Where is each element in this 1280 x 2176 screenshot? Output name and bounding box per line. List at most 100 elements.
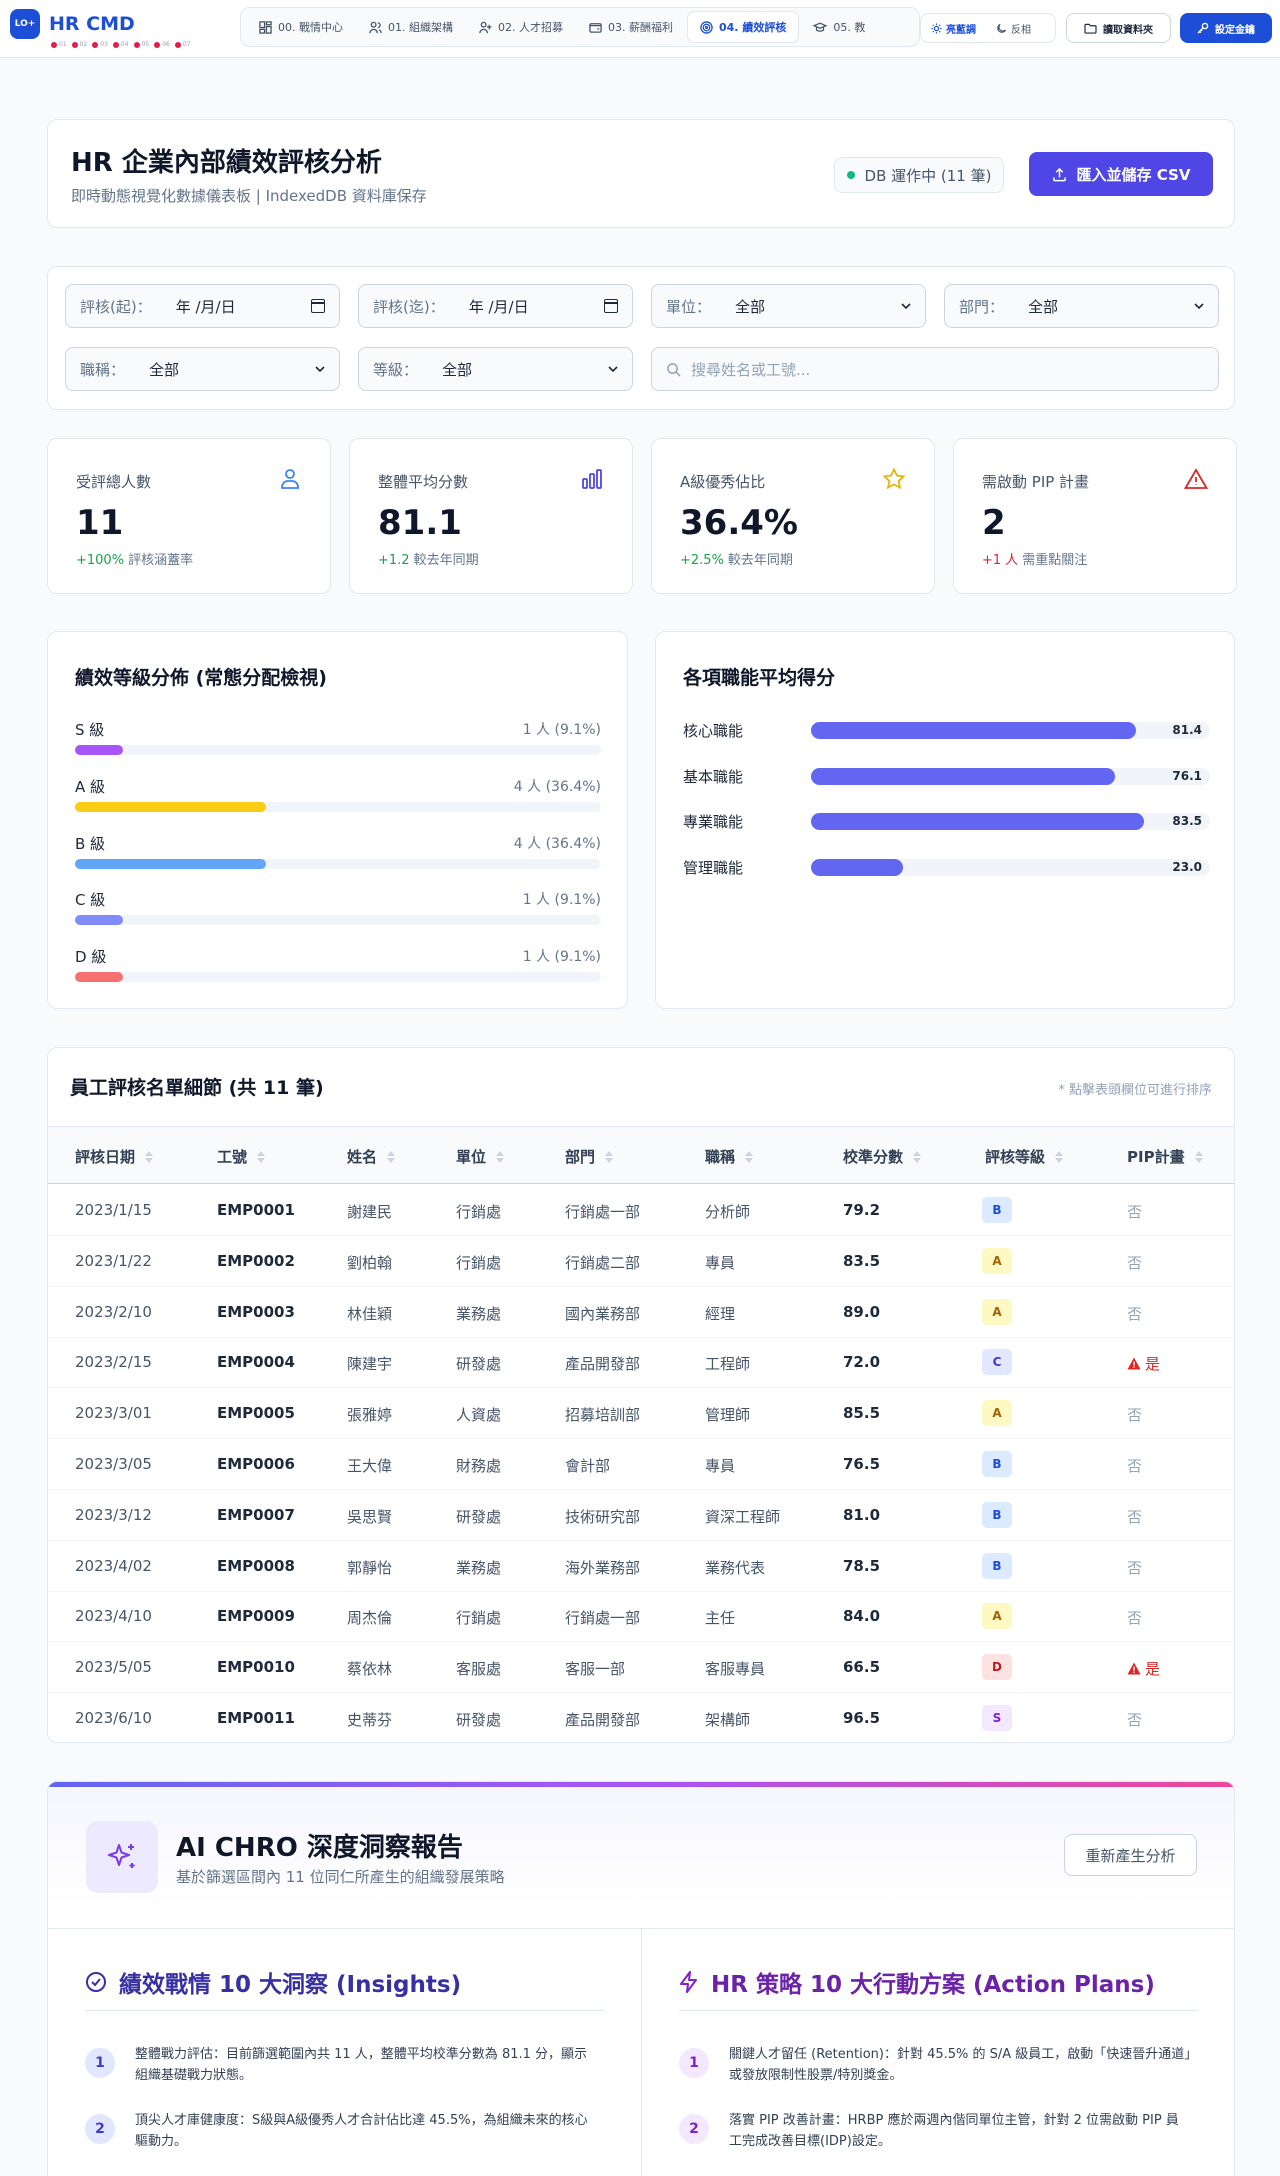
status-dot: 04 [112, 41, 129, 48]
sort-icon [145, 1150, 154, 1163]
table-row[interactable]: 2023/4/10 EMP0009 周杰倫 行銷處 行銷處一部 主任 84.0 A 否 [48, 1591, 1234, 1643]
calendar-icon[interactable] [604, 299, 618, 313]
progress-fill [75, 915, 123, 925]
tab-org-structure[interactable]: 01. 組織架構 [357, 11, 465, 43]
tab-label: 02. 人才招募 [498, 21, 563, 34]
calendar-icon[interactable] [311, 299, 325, 313]
page-header-card: HR 企業內部績效評核分析 即時動態視覺化數據儀表板 | IndexedDB 資… [47, 119, 1235, 228]
cell-date: 2023/2/10 [75, 1302, 152, 1321]
cell-date: 2023/3/01 [75, 1404, 152, 1423]
kpi-card-average: 整體平均分數 81.1 +1.2 較去年同期 [349, 438, 633, 594]
pip-status: 否 [1127, 1304, 1143, 1323]
theme-light-button[interactable]: 亮藍調 [921, 14, 986, 42]
tab-training[interactable]: 05. 教 [801, 11, 877, 43]
status-dot: 06 [154, 41, 170, 48]
progress-track [811, 768, 1210, 785]
table-row[interactable]: 2023/3/01 EMP0005 張雅婷 人資處 招募培訓部 管理師 85.5 A 否 [48, 1388, 1234, 1440]
sort-icon [257, 1150, 266, 1163]
cell-dept: 產品開發部 [565, 1711, 641, 1729]
progress-fill [811, 859, 903, 876]
sortable-header-col-employee-id[interactable]: 工號 [217, 1146, 266, 1167]
sortable-header-col-pip[interactable]: PIP計畫 [1127, 1146, 1203, 1167]
progress-fill [75, 859, 267, 869]
sun-icon [931, 22, 942, 34]
pip-status: 否 [1127, 1558, 1143, 1577]
date-from-field[interactable]: 評核(起)： 年 /月/日 [65, 284, 340, 328]
cell-score: 85.5 [843, 1404, 881, 1423]
grade-badge: A [982, 1603, 1012, 1630]
ai-report-title: AI CHRO 深度洞察報告 [176, 1833, 463, 1863]
cell-title: 業務代表 [705, 1558, 766, 1577]
cell-unit: 行銷處 [456, 1609, 502, 1628]
status-dot: 02 [71, 41, 87, 48]
chevron-down-icon [901, 302, 911, 309]
import-csv-button[interactable]: 匯入並儲存 CSV [1029, 152, 1213, 196]
kpi-card-pip: 需啟動 PIP 計畫 2 +1 人需重點關注 [953, 438, 1237, 594]
table-row[interactable]: 2023/1/22 EMP0002 劉柏翰 行銷處 行銷處二部 專員 83.5 A 否 [48, 1236, 1234, 1287]
grade-select[interactable]: 等級： 全部 [358, 347, 633, 391]
table-row[interactable]: 2023/4/02 EMP0008 郭靜怡 業務處 海外業務部 業務代表 78.5 B 否 [48, 1541, 1234, 1592]
table-row[interactable]: 2023/2/15 EMP0004 陳建宇 研發處 產品開發部 工程師 72.0 C 是 [48, 1337, 1234, 1389]
cell-date: 2023/2/15 [75, 1353, 152, 1372]
lightning-icon [680, 1971, 697, 1993]
read-folder-button[interactable]: 讀取資料夾 [1066, 13, 1171, 43]
progress-fill [75, 972, 123, 982]
sortable-header-col-date[interactable]: 評核日期 [75, 1146, 154, 1167]
pip-status: 否 [1127, 1203, 1143, 1221]
table-row[interactable]: 2023/5/05 EMP0010 蔡依林 客服處 客服一部 客服專員 66.5 D 是 [48, 1642, 1234, 1694]
sortable-header-col-unit[interactable]: 單位 [456, 1146, 505, 1167]
user-plus-icon [479, 21, 492, 33]
cell-dept: 行銷處一部 [565, 1609, 641, 1628]
cell-title: 主任 [705, 1609, 736, 1628]
distribution-row-c: C 級 1 人 (9.1%) [75, 889, 601, 925]
progress-track [75, 859, 601, 869]
sort-icon [496, 1150, 505, 1163]
db-status-badge: DB 運作中 (11 筆) [834, 157, 1004, 193]
competency-row-basic: 基本職能 76.1 [683, 766, 1210, 786]
page-subtitle: 即時動態視覺化數據儀表板 | IndexedDB 資料庫保存 [71, 187, 427, 205]
competency-row-core: 核心職能 81.4 [683, 720, 1210, 740]
dept-select[interactable]: 部門： 全部 [944, 284, 1219, 328]
pip-status: 否 [1127, 1457, 1143, 1475]
cell-dept: 技術研究部 [565, 1507, 641, 1526]
score-value: 83.5 [1172, 814, 1202, 828]
tab-performance[interactable]: 04. 績效評核 [687, 11, 800, 43]
sortable-header-col-title[interactable]: 職稱 [705, 1146, 754, 1167]
pip-status: 否 [1127, 1253, 1143, 1272]
users-icon [369, 21, 382, 33]
table-row[interactable]: 2023/6/10 EMP0011 史蒂芬 研發處 產品開發部 架構師 96.5 S 否 [48, 1693, 1234, 1742]
unit-select[interactable]: 單位： 全部 [651, 284, 926, 328]
progress-track [811, 722, 1210, 739]
sortable-header-col-score[interactable]: 校準分數 [843, 1146, 922, 1167]
cell-score: 84.0 [843, 1607, 881, 1626]
sortable-header-col-name[interactable]: 姓名 [347, 1146, 396, 1167]
theme-dark-button[interactable]: 反相 [986, 14, 1041, 42]
cell-dept: 產品開發部 [565, 1355, 641, 1374]
table-row[interactable]: 2023/3/05 EMP0006 王大偉 財務處 會計部 專員 76.5 B 否 [48, 1439, 1234, 1490]
wallet-icon [589, 22, 602, 33]
regenerate-analysis-button[interactable]: 重新產生分析 [1064, 1834, 1197, 1876]
table-row[interactable]: 2023/2/10 EMP0003 林佳穎 業務處 國內業務部 經理 89.0 A 否 [48, 1287, 1234, 1338]
alert-triangle-icon [1127, 1662, 1141, 1675]
sortable-header-col-dept[interactable]: 部門 [565, 1146, 614, 1167]
pip-status: 否 [1127, 1507, 1143, 1526]
status-dot: 01 [51, 41, 67, 48]
insights-column: 績效戰情 10 大洞察 (Insights) 1 整體戰力評估：目前篩選範圍內共… [48, 1929, 641, 2176]
table-row[interactable]: 2023/3/12 EMP0007 吳思賢 研發處 技術研究部 資深工程師 81.0 B 否 [48, 1490, 1234, 1541]
app-logo[interactable]: LO+ HR CMD [10, 9, 135, 39]
tab-label: 03. 薪酬福利 [608, 21, 673, 34]
kpi-value: 2 [982, 503, 1006, 543]
table-row[interactable]: 2023/1/15 EMP0001 謝建民 行銷處 行銷處一部 分析師 79.2 B 否 [48, 1185, 1234, 1236]
grade-badge: B [982, 1552, 1012, 1579]
date-to-field[interactable]: 評核(迄)： 年 /月/日 [358, 284, 633, 328]
job-title-select[interactable]: 職稱： 全部 [65, 347, 340, 391]
kpi-value: 36.4% [680, 503, 798, 543]
search-input[interactable]: 搜尋姓名或工號... [651, 347, 1219, 391]
gradient-strip [48, 1782, 1234, 1787]
sortable-header-col-grade[interactable]: 評核等級 [985, 1146, 1064, 1167]
set-api-key-button[interactable]: 設定金鑰 [1180, 13, 1272, 43]
tab-recruiting[interactable]: 02. 人才招募 [467, 11, 575, 43]
cell-employee-id: EMP0009 [217, 1607, 295, 1626]
tab-compensation[interactable]: 03. 薪酬福利 [577, 11, 685, 43]
tab-dashboard[interactable]: 00. 戰情中心 [247, 11, 355, 43]
